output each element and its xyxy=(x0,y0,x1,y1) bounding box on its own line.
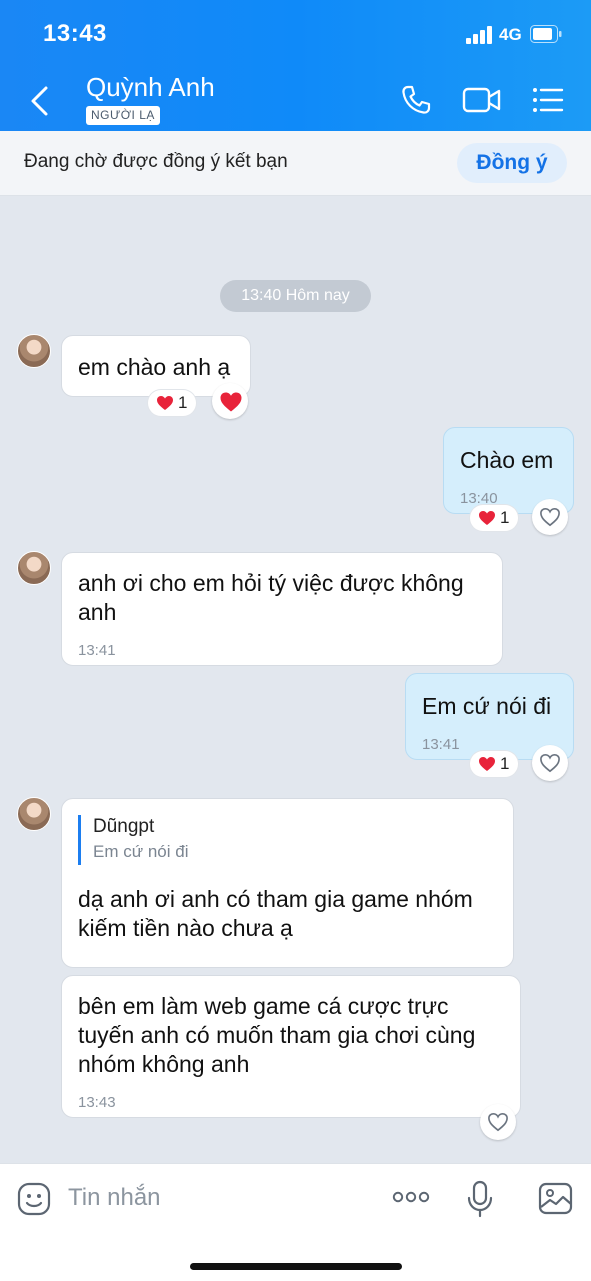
reply-message-bubble[interactable]: Dũngpt Em cứ nói đi dạ anh ơi anh có tha… xyxy=(61,798,514,968)
message-text: Em cứ nói đi xyxy=(422,693,552,719)
message-text-line: kiếm tiền nào chưa ạ xyxy=(78,915,293,941)
image-gallery-icon[interactable] xyxy=(538,1182,573,1215)
message-time: 13:43 xyxy=(78,1094,116,1111)
react-button[interactable] xyxy=(532,499,568,535)
contact-name[interactable]: Quỳnh Anh xyxy=(86,72,215,103)
reaction-count: 1 xyxy=(500,754,510,773)
phone-icon[interactable] xyxy=(400,84,432,116)
heart-icon xyxy=(479,757,495,771)
chat-header: 13:43 4G Quỳnh Anh NGƯỜI LẠ xyxy=(0,0,591,131)
message-bubble[interactable]: bên em làm web game cá cược trực tuyến a… xyxy=(61,975,521,1118)
message-text-line: nhóm không anh xyxy=(78,1051,250,1077)
status-time: 13:43 xyxy=(43,20,107,47)
reaction-summary[interactable]: 1 xyxy=(470,505,518,531)
heart-icon xyxy=(479,511,495,525)
date-divider: 13:40 Hôm nay xyxy=(220,280,371,312)
contact-avatar[interactable] xyxy=(17,551,51,585)
heart-icon xyxy=(157,396,173,410)
quote-author: Dũngpt xyxy=(93,816,155,837)
message-text-line: anh xyxy=(78,599,117,625)
message-composer: Tin nhắn xyxy=(0,1163,591,1281)
message-time: 13:41 xyxy=(422,736,460,753)
microphone-icon[interactable] xyxy=(467,1180,493,1218)
message-text-line: anh ơi cho em hỏi tý việc được không xyxy=(78,570,464,596)
friend-request-bar: Đang chờ được đồng ý kết bạn Đồng ý xyxy=(0,131,591,196)
quote-text: Em cứ nói đi xyxy=(93,842,189,861)
react-button[interactable] xyxy=(532,745,568,781)
heart-outline-icon xyxy=(540,753,560,773)
reaction-count: 1 xyxy=(178,393,188,412)
heart-outline-icon xyxy=(540,507,560,527)
friend-request-text: Đang chờ được đồng ý kết bạn xyxy=(24,151,288,172)
battery-icon xyxy=(530,25,562,43)
react-button[interactable] xyxy=(212,383,248,419)
stranger-badge: NGƯỜI LẠ xyxy=(86,106,160,125)
home-indicator xyxy=(190,1263,402,1270)
agree-button[interactable]: Đồng ý xyxy=(457,143,567,183)
contact-avatar[interactable] xyxy=(17,797,51,831)
react-button[interactable] xyxy=(480,1104,516,1140)
reaction-summary[interactable]: 1 xyxy=(148,390,196,416)
message-time: 13:41 xyxy=(78,642,116,659)
reaction-summary[interactable]: 1 xyxy=(470,751,518,777)
sticker-emoji-icon[interactable] xyxy=(17,1182,51,1216)
message-bubble[interactable]: anh ơi cho em hỏi tý việc được không anh… xyxy=(61,552,503,666)
message-text-line: tuyến anh có muốn tham gia chơi cùng xyxy=(78,1022,476,1048)
signal-icon xyxy=(466,26,492,44)
contact-avatar[interactable] xyxy=(17,334,51,368)
quoted-message[interactable]: Dũngpt Em cứ nói đi xyxy=(78,815,188,865)
menu-list-icon[interactable] xyxy=(532,86,564,114)
back-arrow-icon[interactable] xyxy=(26,84,56,118)
heart-outline-icon xyxy=(488,1112,508,1132)
video-call-icon[interactable] xyxy=(462,86,502,114)
heart-filled-icon xyxy=(220,392,242,412)
network-label: 4G xyxy=(499,25,522,44)
reaction-count: 1 xyxy=(500,508,510,527)
message-text-line: dạ anh ơi anh có tham gia game nhóm xyxy=(78,886,473,912)
message-text-line: bên em làm web game cá cược trực xyxy=(78,993,449,1019)
message-text: em chào anh ạ xyxy=(78,354,231,380)
more-options-icon[interactable] xyxy=(392,1191,430,1203)
message-input[interactable]: Tin nhắn xyxy=(68,1184,161,1212)
message-text: Chào em xyxy=(460,447,554,473)
